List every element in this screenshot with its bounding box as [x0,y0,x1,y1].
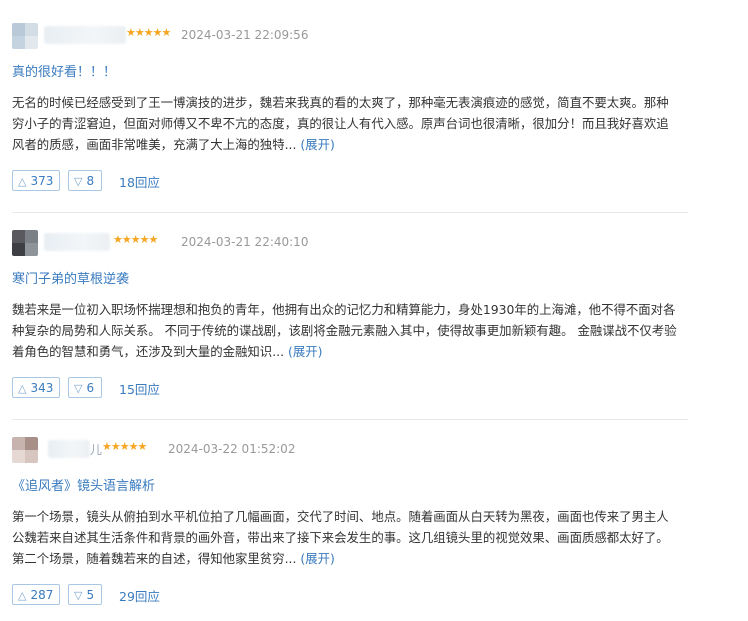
rating-stars: ★★★★★ [102,440,147,453]
upvote-button[interactable]: △ 287 [12,584,60,605]
upvote-count: 343 [30,381,54,395]
upvote-button[interactable]: △ 343 [12,377,60,398]
avatar[interactable] [12,23,38,49]
review-item: 儿 ★★★★★ 2024-03-22 01:52:02 《追风者》镜头语言解析 … [12,420,688,620]
rating-stars: ★★★★★ [113,233,158,246]
username-blurred[interactable] [44,26,126,44]
username-suffix[interactable]: 儿 [90,441,102,458]
reply-link[interactable]: 29回应 [119,586,160,605]
upvote-button[interactable]: △ 373 [12,170,60,191]
rating-stars: ★★★★★ [126,26,171,39]
expand-link[interactable]: (展开) [300,551,334,566]
review-text: 第一个场景，镜头从俯拍到水平机位拍了几幅画面，交代了时间、地点。随着画面从白天转… [12,509,669,566]
expand-link[interactable]: (展开) [300,137,334,152]
downvote-button[interactable]: ▽ 5 [68,584,102,605]
thumb-down-icon: ▽ [74,175,83,188]
review-header: ★★★★★ 2024-03-21 22:40:10 [12,230,688,256]
review-text: 无名的时候已经感受到了王一博演技的进步，魏若来我真的看的太爽了，那种毫无表演痕迹… [12,95,669,152]
reply-link[interactable]: 18回应 [119,172,160,191]
thumb-up-icon: △ [18,382,27,395]
downvote-count: 5 [86,588,95,602]
avatar[interactable] [12,230,38,256]
expand-link[interactable]: (展开) [288,344,322,359]
thumb-up-icon: △ [18,175,27,188]
review-content: 魏若来是一位初入职场怀揣理想和抱负的青年，他拥有出众的记忆力和精算能力，身处19… [12,299,680,362]
review-item: ★★★★★ 2024-03-21 22:40:10 寒门子弟的草根逆袭 魏若来是… [12,213,688,420]
downvote-button[interactable]: ▽ 8 [68,170,102,191]
downvote-count: 6 [86,381,95,395]
review-title[interactable]: 《追风者》镜头语言解析 [12,475,155,494]
reply-link[interactable]: 15回应 [119,379,160,398]
thumb-up-icon: △ [18,589,27,602]
review-content: 第一个场景，镜头从俯拍到水平机位拍了几幅画面，交代了时间、地点。随着画面从白天转… [12,506,680,569]
review-time: 2024-03-21 22:40:10 [181,235,309,249]
review-header: ★★★★★ 2024-03-21 22:09:56 [12,23,688,49]
username-blurred[interactable] [44,233,110,251]
review-title[interactable]: 真的很好看！！！ [12,61,116,80]
review-header: 儿 ★★★★★ 2024-03-22 01:52:02 [12,437,688,463]
review-title[interactable]: 寒门子弟的草根逆袭 [12,268,129,287]
username-blurred[interactable] [48,440,90,458]
thumb-down-icon: ▽ [74,589,83,602]
upvote-count: 287 [30,588,54,602]
review-text: 魏若来是一位初入职场怀揣理想和抱负的青年，他拥有出众的记忆力和精算能力，身处19… [12,302,677,359]
upvote-count: 373 [30,174,54,188]
review-time: 2024-03-22 01:52:02 [168,442,296,456]
avatar[interactable] [12,437,38,463]
downvote-count: 8 [86,174,95,188]
review-item: ★★★★★ 2024-03-21 22:09:56 真的很好看！！！ 无名的时候… [12,6,688,213]
downvote-button[interactable]: ▽ 6 [68,377,102,398]
thumb-down-icon: ▽ [74,382,83,395]
review-time: 2024-03-21 22:09:56 [181,28,309,42]
review-content: 无名的时候已经感受到了王一博演技的进步，魏若来我真的看的太爽了，那种毫无表演痕迹… [12,92,680,155]
